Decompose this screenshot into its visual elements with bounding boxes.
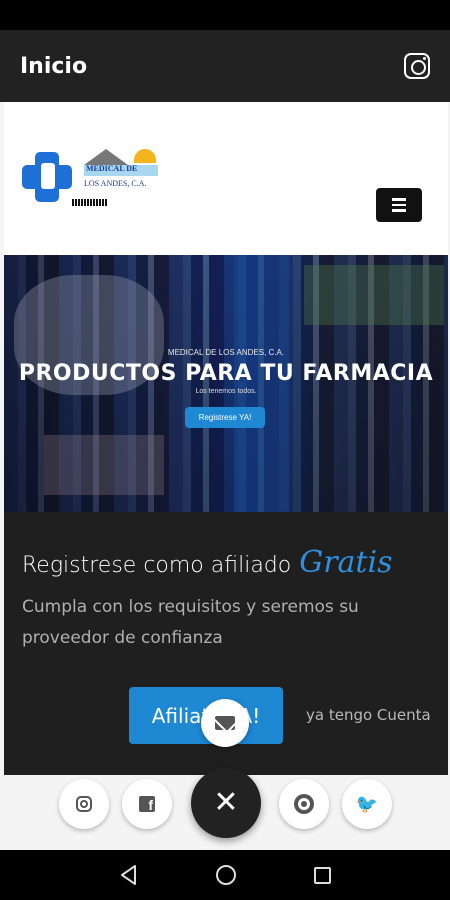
app-title: Inicio <box>20 53 88 79</box>
twitter-icon: 🐦 <box>355 793 379 815</box>
close-icon: ✕ <box>213 785 239 820</box>
instagram-icon <box>76 796 92 812</box>
status-bar <box>0 0 450 30</box>
system-nav-bar <box>0 850 450 900</box>
app-bar: Inicio <box>0 30 450 102</box>
hamburger-menu-button[interactable] <box>376 188 422 222</box>
instagram-icon[interactable] <box>404 53 430 79</box>
logo-sun <box>134 149 156 163</box>
logo-text-line2: LOS ANDES, C.A. <box>84 179 147 188</box>
site-header: MEDICAL DE LOS ANDES, C.A. <box>4 102 448 255</box>
hero-title: PRODUCTOS PARA TU FARMACIA <box>18 361 434 386</box>
share-instagram-button[interactable] <box>59 779 109 829</box>
logo-mountain <box>84 149 128 165</box>
whatsapp-icon <box>294 794 314 814</box>
hamburger-icon-bar <box>392 203 406 207</box>
register-heading-line: Registrese como afiliado Gratis <box>22 545 392 580</box>
logo-barcode <box>72 199 108 206</box>
recent-apps-icon[interactable] <box>314 866 332 884</box>
share-facebook-button[interactable]: f <box>122 779 172 829</box>
mail-fab[interactable] <box>201 699 249 747</box>
hamburger-icon-bar <box>392 198 406 201</box>
home-icon[interactable] <box>216 865 237 885</box>
mail-icon <box>215 716 235 730</box>
close-fab[interactable]: ✕ <box>191 768 261 838</box>
hamburger-icon-bar <box>392 209 406 212</box>
hero-subtitle: Los tenemos todos. <box>195 388 257 395</box>
have-account-link[interactable]: ya tengo Cuenta <box>306 706 431 724</box>
share-whatsapp-button[interactable] <box>279 779 329 829</box>
site-logo[interactable]: MEDICAL DE LOS ANDES, C.A. <box>22 147 162 217</box>
facebook-icon: f <box>139 796 155 812</box>
register-description: Cumpla con los requisitos y seremos su p… <box>22 597 359 648</box>
back-icon[interactable] <box>119 864 139 886</box>
hero-register-button[interactable]: Registrese YA! <box>185 407 265 428</box>
register-heading: Registrese como afiliado <box>22 553 292 578</box>
share-twitter-button[interactable]: 🐦 <box>342 779 392 829</box>
logo-text-line1: MEDICAL DE <box>86 164 138 173</box>
hero-company: MEDICAL DE LOS ANDES, C.A. <box>167 348 285 357</box>
gratis-highlight: Gratis <box>299 545 393 580</box>
logo-cross-inner <box>41 163 55 189</box>
website: MEDICAL DE LOS ANDES, C.A. MEDICAL DE LO… <box>4 102 448 782</box>
hero-banner: MEDICAL DE LOS ANDES, C.A. PRODUCTOS PAR… <box>4 255 448 512</box>
